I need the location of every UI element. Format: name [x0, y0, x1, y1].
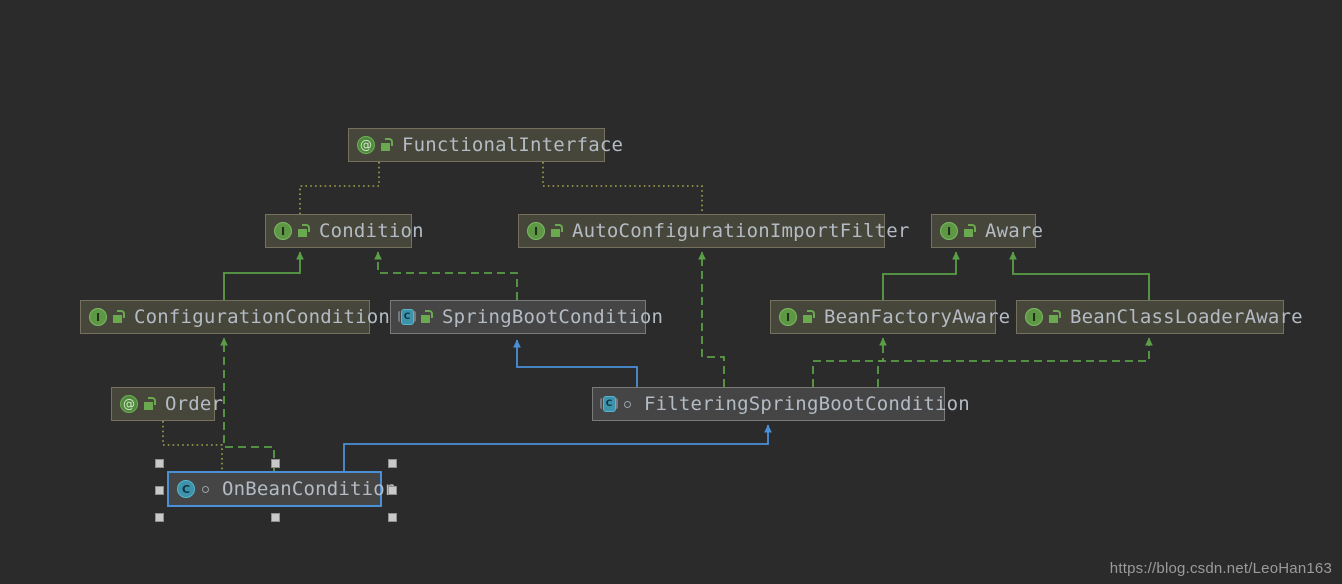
edge-obc-fsbc[interactable] — [343, 424, 772, 471]
uml-node-filtering-spring-boot-condition[interactable]: FilteringSpringBootCondition — [592, 387, 970, 421]
public-lock-icon — [550, 224, 563, 238]
lock-body — [1049, 315, 1058, 323]
edge-cfgcond-condition[interactable] — [223, 251, 304, 300]
package-private-circle-icon — [622, 397, 635, 411]
edge-fsbc-sbc[interactable] — [513, 339, 638, 387]
interface-i-icon — [274, 222, 292, 240]
public-lock-icon — [112, 310, 125, 324]
abstract-class-body — [400, 309, 414, 325]
uml-node-bean-class-loader-aware[interactable]: BeanClassLoaderAware — [1016, 300, 1303, 334]
public-lock-icon — [380, 138, 393, 152]
package-private-circle-icon — [200, 482, 213, 496]
uml-node-label: OnBeanCondition — [222, 477, 397, 500]
uml-node-label: ConfigurationCondition — [134, 305, 391, 328]
edge-sbc-condition[interactable] — [374, 251, 518, 300]
uml-node-configuration-condition[interactable]: ConfigurationCondition — [80, 300, 390, 334]
lock-body — [381, 143, 390, 151]
resize-handle-w[interactable] — [154, 485, 164, 495]
edge-obc-cfgcond[interactable] — [220, 337, 275, 471]
edge-fi-condition[interactable] — [299, 162, 380, 214]
class-c-icon — [177, 480, 195, 498]
uml-node-bean-factory-aware[interactable]: BeanFactoryAware — [770, 300, 1010, 334]
uml-node-label: SpringBootCondition — [442, 305, 664, 328]
uml-node-spring-boot-condition[interactable]: SpringBootCondition — [390, 300, 663, 334]
public-lock-icon — [420, 310, 433, 324]
resize-handle-s[interactable] — [271, 512, 280, 522]
public-lock-icon — [802, 310, 815, 324]
interface-i-icon — [940, 222, 958, 240]
lock-body — [298, 229, 307, 237]
public-lock-icon — [963, 224, 976, 238]
public-lock-icon — [297, 224, 310, 238]
resize-handle-n[interactable] — [271, 458, 280, 468]
resize-handle-se[interactable] — [387, 512, 397, 522]
lock-body — [551, 229, 560, 237]
package-private-dot — [202, 486, 209, 493]
uml-node-label: BeanFactoryAware — [824, 305, 1011, 328]
abstract-class-c-icon — [398, 309, 416, 325]
uml-node-label: Condition — [319, 219, 424, 242]
package-private-dot — [624, 401, 631, 408]
uml-diagram-canvas[interactable]: FunctionalInterface Condition AutoConfigur… — [0, 0, 1342, 584]
uml-node-order[interactable]: Order — [111, 387, 223, 421]
resize-handle-sw[interactable] — [154, 512, 164, 522]
annotation-at-icon — [120, 395, 138, 413]
interface-i-icon — [89, 308, 107, 326]
uml-node-label: Order — [165, 392, 224, 415]
lock-body — [964, 229, 973, 237]
uml-node-functional-interface[interactable]: FunctionalInterface — [348, 128, 623, 162]
lock-body — [144, 402, 153, 410]
watermark: https://blog.csdn.net/LeoHan163 — [1109, 560, 1332, 577]
edge-bfa-aware[interactable] — [882, 251, 960, 300]
edge-bcla-aware[interactable] — [1009, 251, 1150, 300]
edge-fi-acif[interactable] — [542, 162, 703, 214]
edge-fsbc-bcla[interactable] — [877, 337, 1153, 387]
uml-node-label: FilteringSpringBootCondition — [644, 392, 970, 415]
edge-fsbc-acif[interactable] — [698, 251, 725, 387]
edge-fsbc-bfa[interactable] — [812, 337, 887, 387]
interface-i-icon — [779, 308, 797, 326]
uml-node-condition[interactable]: Condition — [265, 214, 424, 248]
uml-node-label: BeanClassLoaderAware — [1070, 305, 1303, 328]
abstract-class-body — [602, 396, 616, 412]
uml-node-on-bean-condition[interactable]: OnBeanCondition — [167, 471, 396, 507]
lock-body — [803, 315, 812, 323]
lock-body — [421, 315, 430, 323]
uml-node-label: Aware — [985, 219, 1044, 242]
public-lock-icon — [143, 397, 156, 411]
uml-node-auto-configuration-import-filter[interactable]: AutoConfigurationImportFilter — [518, 214, 909, 248]
annotation-at-icon — [357, 136, 375, 154]
resize-handle-nw[interactable] — [154, 458, 164, 468]
interface-i-icon — [1025, 308, 1043, 326]
resize-handle-ne[interactable] — [387, 458, 397, 468]
public-lock-icon — [1048, 310, 1061, 324]
uml-node-aware[interactable]: Aware — [931, 214, 1043, 248]
uml-node-label: FunctionalInterface — [402, 133, 624, 156]
abstract-class-c-icon — [600, 396, 618, 412]
lock-body — [113, 315, 122, 323]
uml-node-label: AutoConfigurationImportFilter — [572, 219, 910, 242]
edge-order-obc[interactable] — [162, 421, 223, 471]
interface-i-icon — [527, 222, 545, 240]
